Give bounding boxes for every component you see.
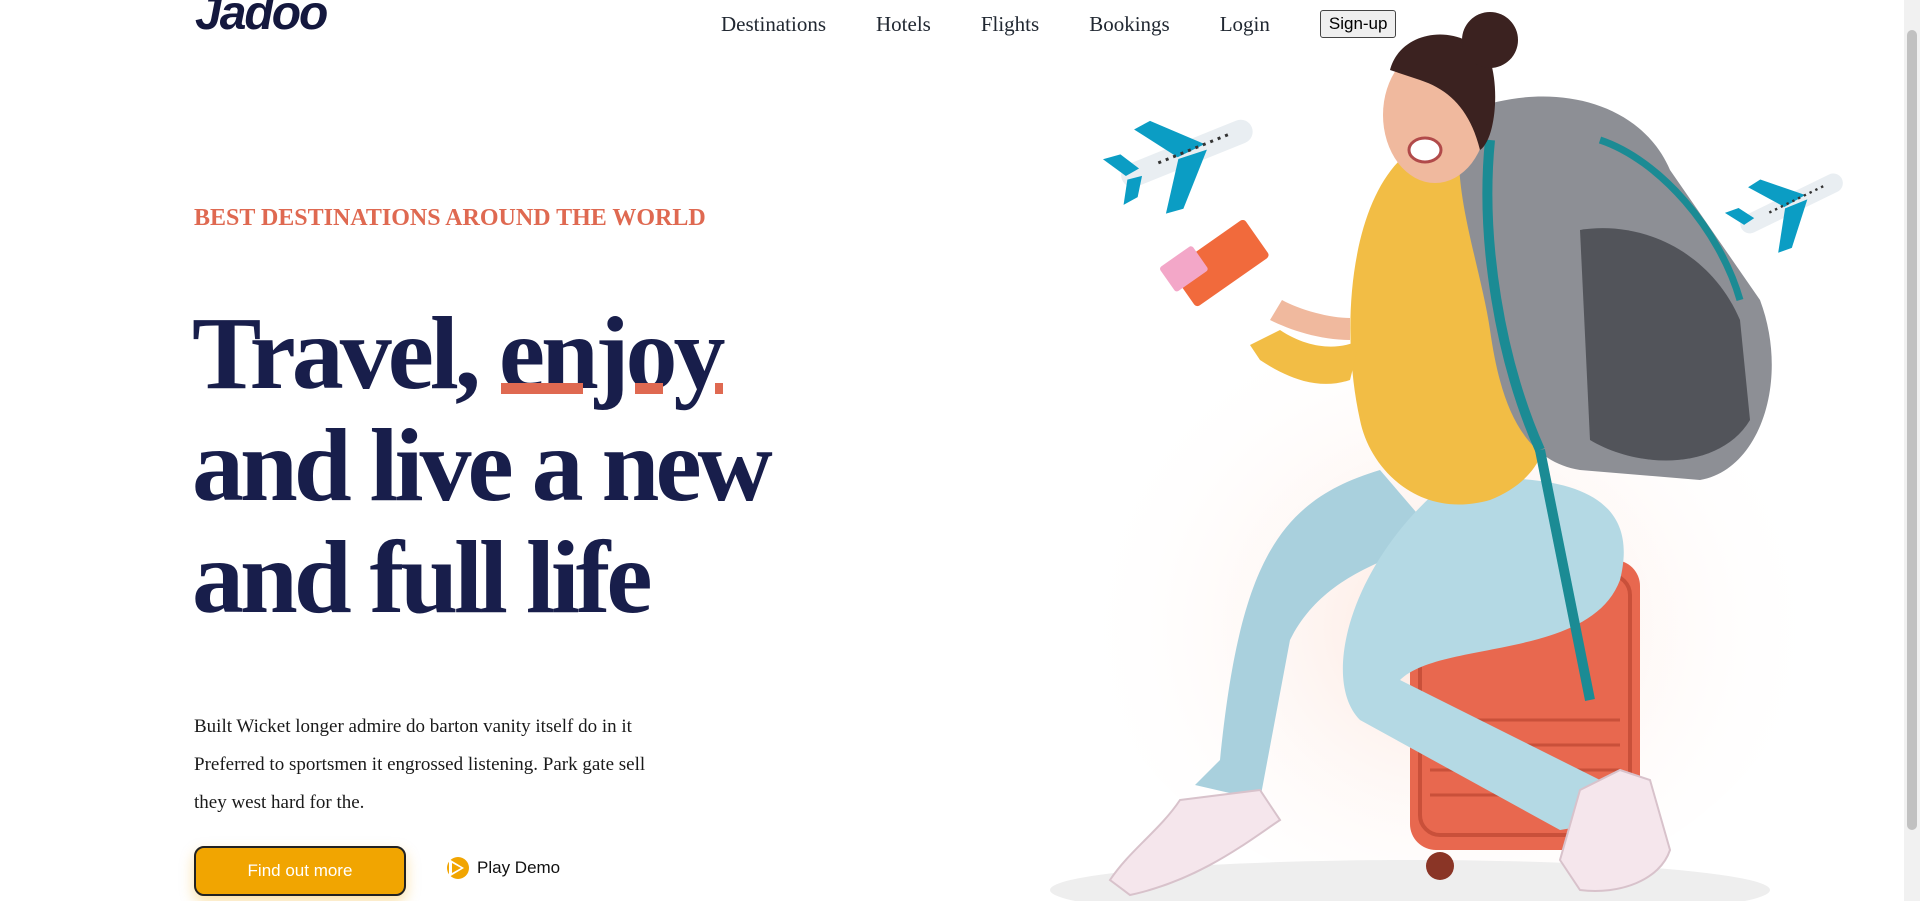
play-icon xyxy=(447,857,469,879)
enjoy-underline-1 xyxy=(500,383,583,394)
nav-destinations[interactable]: Destinations xyxy=(721,12,826,37)
enjoy-underline-2 xyxy=(634,383,663,394)
scrollbar-thumb[interactable] xyxy=(1907,30,1917,830)
headline-line-3: and full life xyxy=(192,520,653,635)
enjoy-underline-3 xyxy=(714,383,723,394)
hero-tagline: BEST DESTINATIONS AROUND THE WORLD xyxy=(194,205,706,231)
find-out-more-button[interactable]: Find out more xyxy=(194,846,406,896)
headline-word-travel: Travel, xyxy=(192,296,481,411)
play-demo-label: Play Demo xyxy=(477,858,561,877)
vertical-scrollbar[interactable] xyxy=(1904,0,1920,901)
logo-text: Jadoo xyxy=(195,0,328,40)
airplane-icon-right xyxy=(1724,173,1843,253)
headline-word-enjoy: enjoy xyxy=(499,298,726,410)
hero-headline: Travel, enjoy and live a new and full li… xyxy=(192,298,892,634)
play-demo-button[interactable]: Play Demo xyxy=(447,856,560,880)
traveler-illustration xyxy=(1050,12,1843,901)
hero-description: Built Wicket longer admire do barton van… xyxy=(194,716,646,813)
nav-hotels[interactable]: Hotels xyxy=(876,12,931,37)
airplane-icon-left xyxy=(1102,119,1253,214)
headline-line-2: and live a new xyxy=(192,408,773,523)
logo[interactable]: Jadoo xyxy=(195,0,328,41)
